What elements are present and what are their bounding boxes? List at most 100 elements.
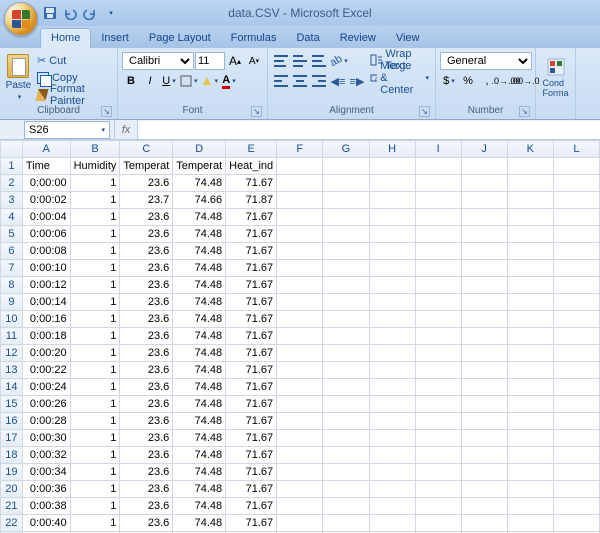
cell[interactable] xyxy=(553,515,599,532)
cell[interactable]: 0:00:08 xyxy=(22,243,70,260)
cell[interactable]: 23.6 xyxy=(120,362,173,379)
cell[interactable] xyxy=(369,277,415,294)
cell[interactable] xyxy=(415,226,461,243)
col-header[interactable]: E xyxy=(226,141,277,158)
cell[interactable]: 71.67 xyxy=(226,243,277,260)
cell[interactable] xyxy=(277,498,323,515)
cell[interactable] xyxy=(553,158,599,175)
align-middle-button[interactable] xyxy=(291,52,309,70)
cell[interactable] xyxy=(369,209,415,226)
cell[interactable] xyxy=(369,447,415,464)
cell[interactable]: 74.48 xyxy=(173,379,226,396)
col-header[interactable]: C xyxy=(120,141,173,158)
cell[interactable] xyxy=(323,498,369,515)
cell[interactable] xyxy=(553,447,599,464)
cell[interactable] xyxy=(461,447,507,464)
cell[interactable]: 1 xyxy=(70,464,120,481)
cell[interactable]: 1 xyxy=(70,209,120,226)
cell[interactable] xyxy=(369,379,415,396)
row-header[interactable]: 5 xyxy=(1,226,23,243)
cell[interactable]: 23.6 xyxy=(120,498,173,515)
cell[interactable] xyxy=(461,362,507,379)
cell[interactable] xyxy=(415,175,461,192)
cell[interactable] xyxy=(553,498,599,515)
decrease-indent-button[interactable]: ◀≡ xyxy=(329,72,347,90)
cell[interactable] xyxy=(507,447,553,464)
cell[interactable]: 23.7 xyxy=(120,192,173,209)
align-bottom-button[interactable] xyxy=(310,52,328,70)
office-button[interactable] xyxy=(4,2,38,36)
fill-color-button[interactable]: ▾ xyxy=(200,72,220,90)
cell[interactable]: 0:00:00 xyxy=(22,175,70,192)
cell[interactable] xyxy=(507,175,553,192)
number-launcher[interactable]: ↘ xyxy=(519,106,530,117)
cell[interactable] xyxy=(323,226,369,243)
col-header[interactable]: G xyxy=(323,141,369,158)
cell[interactable]: 23.6 xyxy=(120,345,173,362)
cell[interactable]: 74.48 xyxy=(173,260,226,277)
cell[interactable]: 0:00:34 xyxy=(22,464,70,481)
cell[interactable]: 0:00:02 xyxy=(22,192,70,209)
cell[interactable]: 0:00:16 xyxy=(22,311,70,328)
cell[interactable]: 71.67 xyxy=(226,430,277,447)
accounting-format-button[interactable]: $▾ xyxy=(440,72,458,90)
cell[interactable]: 1 xyxy=(70,413,120,430)
cell[interactable] xyxy=(553,243,599,260)
row-header[interactable]: 15 xyxy=(1,396,23,413)
cell[interactable] xyxy=(323,175,369,192)
cell[interactable]: 71.67 xyxy=(226,498,277,515)
cell[interactable] xyxy=(277,464,323,481)
cell[interactable] xyxy=(507,362,553,379)
cell[interactable]: 1 xyxy=(70,498,120,515)
orientation-button[interactable]: ab▾ xyxy=(329,52,349,70)
cell[interactable]: 74.48 xyxy=(173,498,226,515)
cell[interactable] xyxy=(323,243,369,260)
cell[interactable] xyxy=(415,498,461,515)
cell[interactable] xyxy=(323,447,369,464)
cell[interactable] xyxy=(415,396,461,413)
cell[interactable] xyxy=(553,481,599,498)
cell[interactable]: 71.67 xyxy=(226,345,277,362)
cell[interactable]: 74.48 xyxy=(173,430,226,447)
cell[interactable] xyxy=(369,362,415,379)
cell[interactable] xyxy=(507,396,553,413)
row-header[interactable]: 12 xyxy=(1,345,23,362)
cell[interactable] xyxy=(415,413,461,430)
conditional-formatting-button[interactable]: CondForma xyxy=(540,50,571,105)
cell[interactable]: 71.67 xyxy=(226,515,277,532)
cell[interactable] xyxy=(277,209,323,226)
font-launcher[interactable]: ↘ xyxy=(251,106,262,117)
cell[interactable] xyxy=(461,209,507,226)
cell[interactable] xyxy=(277,430,323,447)
cell[interactable]: 23.6 xyxy=(120,328,173,345)
cell[interactable] xyxy=(323,413,369,430)
cell[interactable] xyxy=(277,311,323,328)
cell[interactable] xyxy=(507,226,553,243)
cell[interactable]: 71.67 xyxy=(226,362,277,379)
cell[interactable]: 23.6 xyxy=(120,294,173,311)
cell[interactable] xyxy=(277,345,323,362)
col-header[interactable]: D xyxy=(173,141,226,158)
tab-view[interactable]: View xyxy=(386,29,430,48)
align-center-button[interactable] xyxy=(291,72,309,90)
cell[interactable] xyxy=(323,379,369,396)
cell[interactable]: 71.67 xyxy=(226,379,277,396)
cell[interactable]: 0:00:30 xyxy=(22,430,70,447)
fx-icon[interactable]: fx xyxy=(114,120,138,139)
cell[interactable]: 1 xyxy=(70,379,120,396)
cell[interactable] xyxy=(461,294,507,311)
cell[interactable] xyxy=(415,328,461,345)
col-header[interactable]: K xyxy=(507,141,553,158)
cell[interactable] xyxy=(461,464,507,481)
row-header[interactable]: 20 xyxy=(1,481,23,498)
merge-center-button[interactable]: aMerge & Center▾ xyxy=(368,70,431,86)
cell[interactable] xyxy=(553,430,599,447)
cell[interactable]: 0:00:28 xyxy=(22,413,70,430)
cell[interactable] xyxy=(415,447,461,464)
tab-formulas[interactable]: Formulas xyxy=(221,29,287,48)
increase-indent-button[interactable]: ≡▶ xyxy=(348,72,366,90)
cell[interactable]: 1 xyxy=(70,345,120,362)
qat-customize-icon[interactable]: ▾ xyxy=(102,5,118,21)
cell[interactable]: 71.67 xyxy=(226,481,277,498)
cell[interactable] xyxy=(507,498,553,515)
